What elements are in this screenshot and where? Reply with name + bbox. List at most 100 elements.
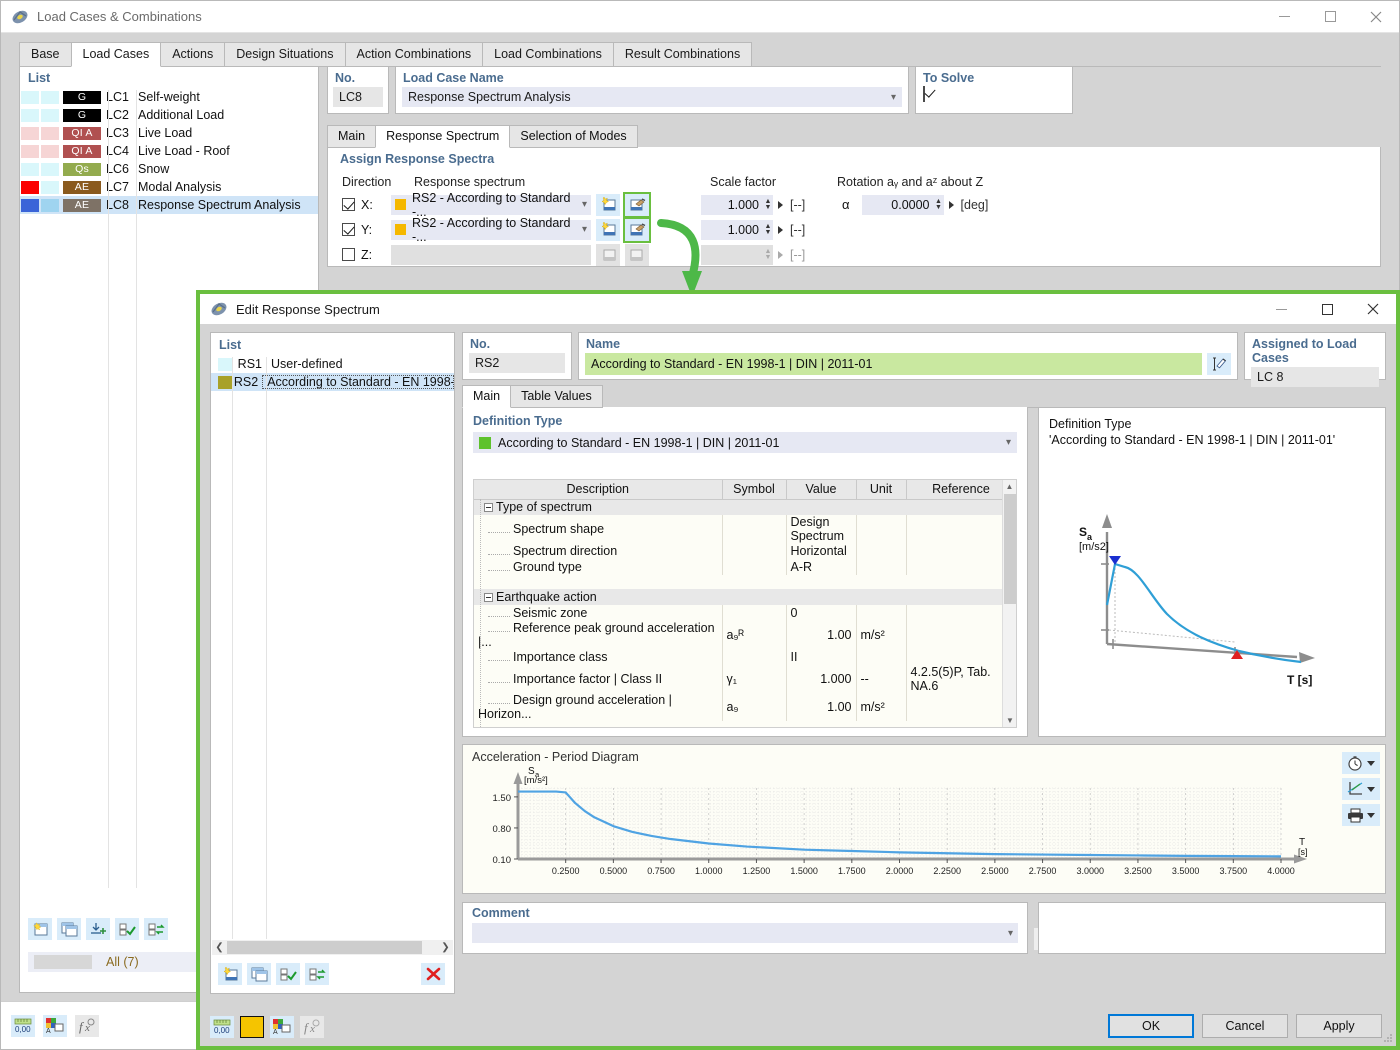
scale-y-stepper[interactable]: ▲ ▼	[763, 219, 773, 240]
list-horizontal-scrollbar[interactable]: ❮ ❯	[212, 940, 453, 955]
cancel-button[interactable]: Cancel	[1202, 1014, 1288, 1038]
axes-tool[interactable]	[1342, 778, 1380, 800]
edit-spectrum-y-icon[interactable]	[623, 216, 651, 243]
chevron-down-icon[interactable]: ▾	[582, 199, 587, 210]
dialog-tab-table-values[interactable]: Table Values	[510, 385, 603, 408]
clock-tool[interactable]	[1342, 752, 1380, 774]
color-swatch-icon[interactable]	[240, 1016, 264, 1038]
alpha-stepper[interactable]: ▲ ▼	[933, 194, 944, 215]
table-row[interactable]: Spectrum shape Design Spectrum	[474, 515, 1016, 543]
row-value[interactable]: II	[786, 649, 857, 665]
row-value[interactable]: 1.00	[786, 693, 857, 721]
list-item[interactable]: RS1 User-defined	[211, 355, 454, 373]
row-value[interactable]: Design Spectrum	[786, 515, 857, 543]
minimize-button[interactable]	[1261, 1, 1307, 33]
load-case-name-input[interactable]: Response Spectrum Analysis ▾	[402, 87, 902, 107]
tab-design-situations[interactable]: Design Situations	[224, 42, 346, 67]
chevron-down-icon[interactable]	[1367, 812, 1375, 818]
scroll-up-icon[interactable]: ▲	[1003, 480, 1016, 493]
table-row[interactable]: G LC2 Additional Load	[20, 106, 318, 124]
table-group-row[interactable]: Type of spectrum	[474, 499, 1016, 515]
edit-spectrum-x-icon[interactable]	[623, 191, 651, 218]
dialog-name-input[interactable]: According to Standard - EN 1998-1 | DIN …	[585, 353, 1202, 375]
new-spectrum-y-icon[interactable]	[596, 218, 620, 241]
table-row[interactable]: Design ground acceleration | Horizon... a…	[474, 693, 1016, 721]
scroll-down-icon[interactable]: ▼	[1003, 714, 1016, 727]
invert-selection-icon[interactable]	[305, 963, 329, 985]
select-all-icon[interactable]	[276, 963, 300, 985]
new-spectrum-icon[interactable]	[218, 963, 242, 985]
comment-input[interactable]: ▾	[472, 923, 1018, 943]
rename-icon[interactable]	[1207, 353, 1231, 375]
th-reference[interactable]: Reference	[906, 480, 1016, 500]
spectrum-x-combo[interactable]: RS2 - According to Standard -... ▾	[391, 191, 591, 219]
scroll-left-icon[interactable]: ❮	[212, 942, 227, 953]
tab-load-combinations[interactable]: Load Combinations	[482, 42, 614, 67]
units-icon[interactable]: 0,00	[210, 1016, 234, 1038]
maximize-button[interactable]	[1307, 1, 1353, 33]
chevron-down-icon[interactable]: ▾	[582, 224, 587, 235]
scrollbar-thumb[interactable]	[1004, 494, 1016, 604]
resize-grip[interactable]	[1383, 1033, 1393, 1043]
direction-z-checkbox[interactable]	[342, 248, 355, 261]
chevron-down-icon[interactable]: ▾	[1008, 928, 1013, 939]
spectrum-y-combo[interactable]: RS2 - According to Standard -... ▾	[391, 216, 591, 244]
render-icon[interactable]: A	[43, 1014, 67, 1037]
new-load-case-icon[interactable]	[28, 918, 52, 940]
table-row[interactable]: Qs LC6 Snow	[20, 160, 318, 178]
dialog-maximize-button[interactable]	[1304, 293, 1350, 325]
th-value[interactable]: Value	[786, 480, 857, 500]
tab-load-cases[interactable]: Load Cases	[70, 42, 162, 67]
alpha-input[interactable]: 0.0000	[861, 194, 934, 215]
ok-button[interactable]: OK	[1108, 1014, 1194, 1038]
direction-x-checkbox[interactable]	[342, 198, 355, 211]
delete-spectrum-icon[interactable]	[421, 963, 445, 985]
formula-icon[interactable]: fx	[300, 1016, 324, 1038]
table-row[interactable]: QI A LC4 Live Load - Roof	[20, 142, 318, 160]
row-value[interactable]: 0	[786, 605, 857, 621]
chevron-down-icon[interactable]: ▾	[1006, 437, 1011, 448]
tab-base[interactable]: Base	[19, 42, 72, 67]
dialog-close-icon[interactable]	[1350, 293, 1396, 325]
definition-type-combo[interactable]: According to Standard - EN 1998-1 | DIN …	[473, 432, 1017, 453]
collapse-icon[interactable]	[484, 593, 493, 603]
table-row[interactable]: Ground type A-R	[474, 559, 1016, 575]
print-tool[interactable]	[1342, 804, 1380, 826]
scale-y-more-icon[interactable]	[778, 225, 783, 234]
table-row[interactable]: G LC1 Self-weight	[20, 88, 318, 106]
row-value[interactable]: A-R	[786, 559, 857, 575]
render-icon[interactable]: A	[270, 1016, 294, 1038]
table-row[interactable]: AE LC7 Modal Analysis	[20, 178, 318, 196]
alpha-more-icon[interactable]	[948, 200, 954, 209]
th-description[interactable]: Description	[474, 480, 723, 500]
new-spectrum-x-icon[interactable]	[596, 193, 620, 216]
row-value[interactable]: 1.00	[786, 621, 857, 649]
units-icon[interactable]: 0,00	[11, 1014, 35, 1037]
chevron-down-icon[interactable]: ▾	[891, 92, 896, 103]
chevron-down-icon[interactable]	[1367, 760, 1375, 766]
collapse-icon[interactable]	[484, 503, 493, 513]
close-icon[interactable]	[1353, 1, 1399, 33]
to-solve-checkbox[interactable]	[923, 86, 925, 102]
apply-button[interactable]: Apply	[1296, 1014, 1382, 1038]
dialog-minimize-button[interactable]	[1258, 293, 1304, 325]
table-vertical-scrollbar[interactable]: ▲ ▼	[1002, 480, 1016, 727]
import-load-case-icon[interactable]	[86, 918, 110, 940]
scroll-right-icon[interactable]: ❯	[438, 942, 453, 953]
duplicate-spectrum-icon[interactable]	[247, 963, 271, 985]
direction-y-checkbox[interactable]	[342, 223, 355, 236]
duplicate-load-case-icon[interactable]	[57, 918, 81, 940]
scale-x-more-icon[interactable]	[778, 200, 783, 209]
subtab-selection-of-modes[interactable]: Selection of Modes	[509, 125, 638, 148]
subtab-main[interactable]: Main	[327, 125, 377, 148]
tab-actions[interactable]: Actions	[160, 42, 226, 67]
row-value[interactable]: Horizontal	[786, 543, 857, 559]
scale-x-stepper[interactable]: ▲ ▼	[763, 194, 773, 215]
scrollbar-thumb[interactable]	[227, 941, 422, 954]
th-symbol[interactable]: Symbol	[722, 480, 787, 500]
invert-selection-icon[interactable]	[144, 918, 168, 940]
table-row[interactable]: Reference peak ground acceleration |... a…	[474, 621, 1016, 649]
tab-action-combinations[interactable]: Action Combinations	[344, 42, 484, 67]
th-unit[interactable]: Unit	[856, 480, 907, 500]
scale-x-input[interactable]: 1.000	[701, 194, 763, 215]
